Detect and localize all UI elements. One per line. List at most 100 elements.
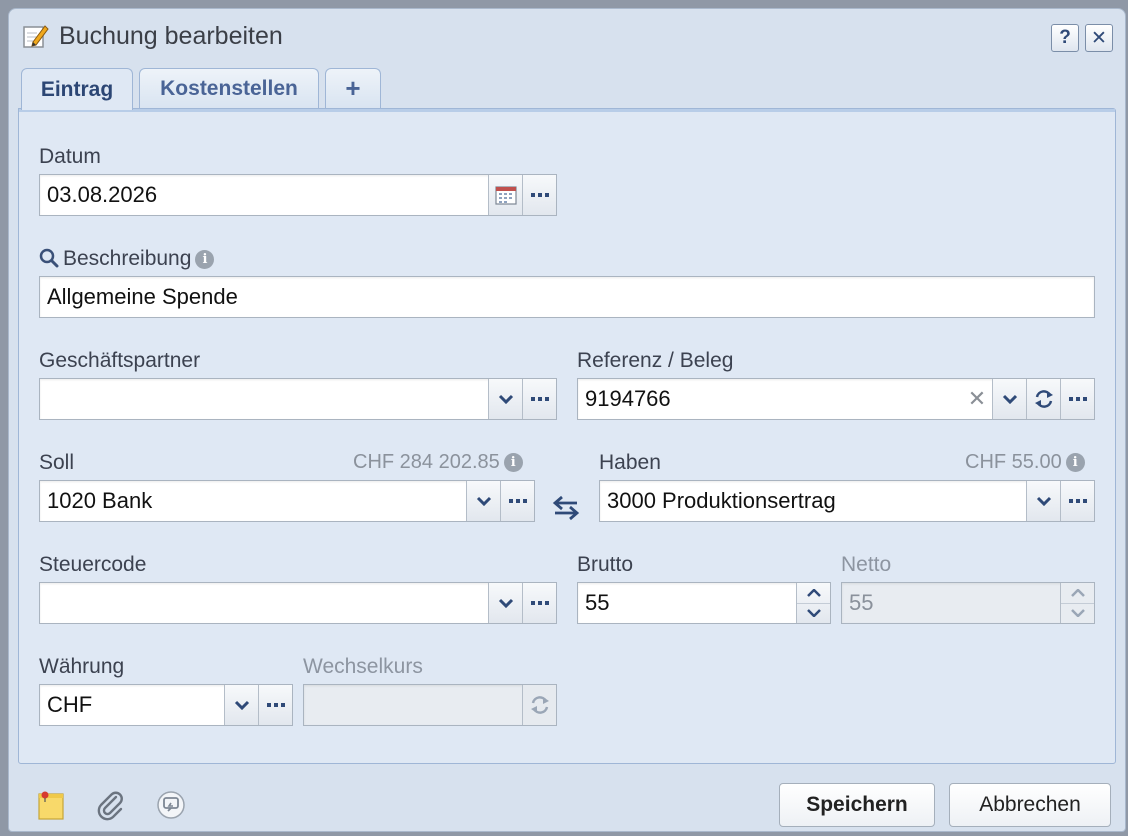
datum-more-button[interactable] xyxy=(522,175,556,215)
steuercode-label: Steuercode xyxy=(39,553,147,576)
datum-label: Datum xyxy=(39,145,101,168)
steuercode-field[interactable] xyxy=(39,582,557,624)
panel-highlight xyxy=(19,109,1115,112)
chevron-down-icon xyxy=(498,394,513,404)
dialog-title: Buchung bearbeiten xyxy=(59,22,283,50)
soll-dropdown-button[interactable] xyxy=(466,481,500,521)
message-icon[interactable] xyxy=(155,789,187,821)
more-dots-icon xyxy=(530,397,549,401)
cancel-button[interactable]: Abbrechen xyxy=(949,783,1111,827)
refresh-icon xyxy=(1034,390,1053,408)
brutto-field[interactable]: 55 xyxy=(577,582,831,624)
chevron-down-icon xyxy=(1036,496,1051,506)
steuercode-dropdown-button[interactable] xyxy=(488,583,522,623)
wechselkurs-field xyxy=(303,684,557,726)
waehrung-dropdown-button[interactable] xyxy=(224,685,258,725)
soll-more-button[interactable] xyxy=(500,481,534,521)
soll-balance-text: CHF 284 202.85 xyxy=(353,451,500,473)
netto-field: 55 xyxy=(841,582,1095,624)
haben-dropdown-button[interactable] xyxy=(1026,481,1060,521)
haben-field[interactable]: 3000 Produktionsertrag xyxy=(599,480,1095,522)
waehrung-label: Währung xyxy=(39,655,125,678)
more-dots-icon xyxy=(266,703,285,707)
chevron-down-icon xyxy=(1070,609,1085,618)
save-button[interactable]: Speichern xyxy=(779,783,935,827)
sticky-note-icon[interactable] xyxy=(35,789,67,821)
geschaeftspartner-value[interactable] xyxy=(40,379,488,419)
more-dots-icon xyxy=(1068,499,1087,503)
chevron-down-icon xyxy=(234,700,249,710)
chevron-down-icon xyxy=(476,496,491,506)
waehrung-field[interactable]: CHF xyxy=(39,684,293,726)
tab-kostenstellen[interactable]: Kostenstellen xyxy=(139,68,319,108)
brutto-value[interactable]: 55 xyxy=(578,583,796,623)
clear-icon[interactable]: ✕ xyxy=(962,379,992,419)
soll-value[interactable]: 1020 Bank xyxy=(40,481,466,521)
haben-balance-text: CHF 55.00 xyxy=(965,451,1062,473)
more-dots-icon xyxy=(508,499,527,503)
info-icon[interactable]: i xyxy=(1065,453,1085,472)
wechselkurs-value xyxy=(304,685,522,725)
netto-stepper xyxy=(1060,583,1094,623)
brutto-label: Brutto xyxy=(577,553,634,576)
referenz-field[interactable]: 9194766 ✕ xyxy=(577,378,1095,420)
stepper-up[interactable] xyxy=(797,583,830,603)
wechselkurs-label: Wechselkurs xyxy=(303,655,423,678)
beschreibung-value[interactable]: Allgemeine Spende xyxy=(40,277,1094,317)
steuercode-value[interactable] xyxy=(40,583,488,623)
soll-field[interactable]: 1020 Bank xyxy=(39,480,535,522)
search-icon xyxy=(39,248,59,268)
chevron-up-icon xyxy=(806,588,821,597)
edit-pencil-icon xyxy=(23,25,49,48)
haben-value[interactable]: 3000 Produktionsertrag xyxy=(600,481,1026,521)
datum-value[interactable]: 03.08.2026 xyxy=(40,175,488,215)
chevron-down-icon xyxy=(498,598,513,608)
geschaeftspartner-more-button[interactable] xyxy=(522,379,556,419)
info-icon[interactable]: i xyxy=(195,250,215,269)
chevron-up-icon xyxy=(1070,588,1085,597)
swap-accounts-icon[interactable] xyxy=(551,495,581,521)
wechselkurs-refresh-button xyxy=(522,685,556,725)
datum-field[interactable]: 03.08.2026 xyxy=(39,174,557,216)
beschreibung-label-text: Beschreibung xyxy=(63,247,192,270)
geschaeftspartner-dropdown-button[interactable] xyxy=(488,379,522,419)
soll-label: Soll xyxy=(39,451,75,474)
geschaeftspartner-field[interactable] xyxy=(39,378,557,420)
referenz-more-button[interactable] xyxy=(1060,379,1094,419)
booking-dialog: Buchung bearbeiten ? ✕ Eintrag Kostenste… xyxy=(8,8,1126,832)
calendar-button[interactable] xyxy=(488,175,522,215)
netto-label: Netto xyxy=(841,553,892,576)
steuercode-more-button[interactable] xyxy=(522,583,556,623)
close-button[interactable]: ✕ xyxy=(1085,24,1113,52)
tab-add[interactable]: + xyxy=(325,68,381,108)
haben-more-button[interactable] xyxy=(1060,481,1094,521)
waehrung-value[interactable]: CHF xyxy=(40,685,224,725)
more-dots-icon xyxy=(530,193,549,197)
info-icon[interactable]: i xyxy=(503,453,523,472)
referenz-value[interactable]: 9194766 xyxy=(578,379,962,419)
referenz-dropdown-button[interactable] xyxy=(992,379,1026,419)
brutto-stepper[interactable] xyxy=(796,583,830,623)
tab-eintrag[interactable]: Eintrag xyxy=(21,68,133,110)
more-dots-icon xyxy=(1068,397,1087,401)
netto-value: 55 xyxy=(849,590,874,615)
stepper-down[interactable] xyxy=(797,602,830,624)
referenz-label: Referenz / Beleg xyxy=(577,349,734,372)
beschreibung-field[interactable]: Allgemeine Spende xyxy=(39,276,1095,318)
haben-balance: CHF 55.00 i xyxy=(965,451,1085,474)
more-dots-icon xyxy=(530,601,549,605)
chevron-down-icon xyxy=(1002,394,1017,404)
stepper-up xyxy=(1061,583,1094,603)
help-button[interactable]: ? xyxy=(1051,24,1079,52)
chevron-down-icon xyxy=(806,609,821,618)
referenz-refresh-button[interactable] xyxy=(1026,379,1060,419)
haben-label: Haben xyxy=(599,451,661,474)
paperclip-icon[interactable] xyxy=(95,789,127,821)
title-bar: Buchung bearbeiten ? ✕ xyxy=(9,9,1125,65)
geschaeftspartner-label: Geschäftspartner xyxy=(39,349,201,372)
calendar-icon xyxy=(494,186,517,205)
waehrung-more-button[interactable] xyxy=(258,685,292,725)
beschreibung-label: Beschreibung i xyxy=(39,247,215,271)
soll-balance: CHF 284 202.85 i xyxy=(353,451,523,474)
refresh-icon xyxy=(530,696,549,714)
